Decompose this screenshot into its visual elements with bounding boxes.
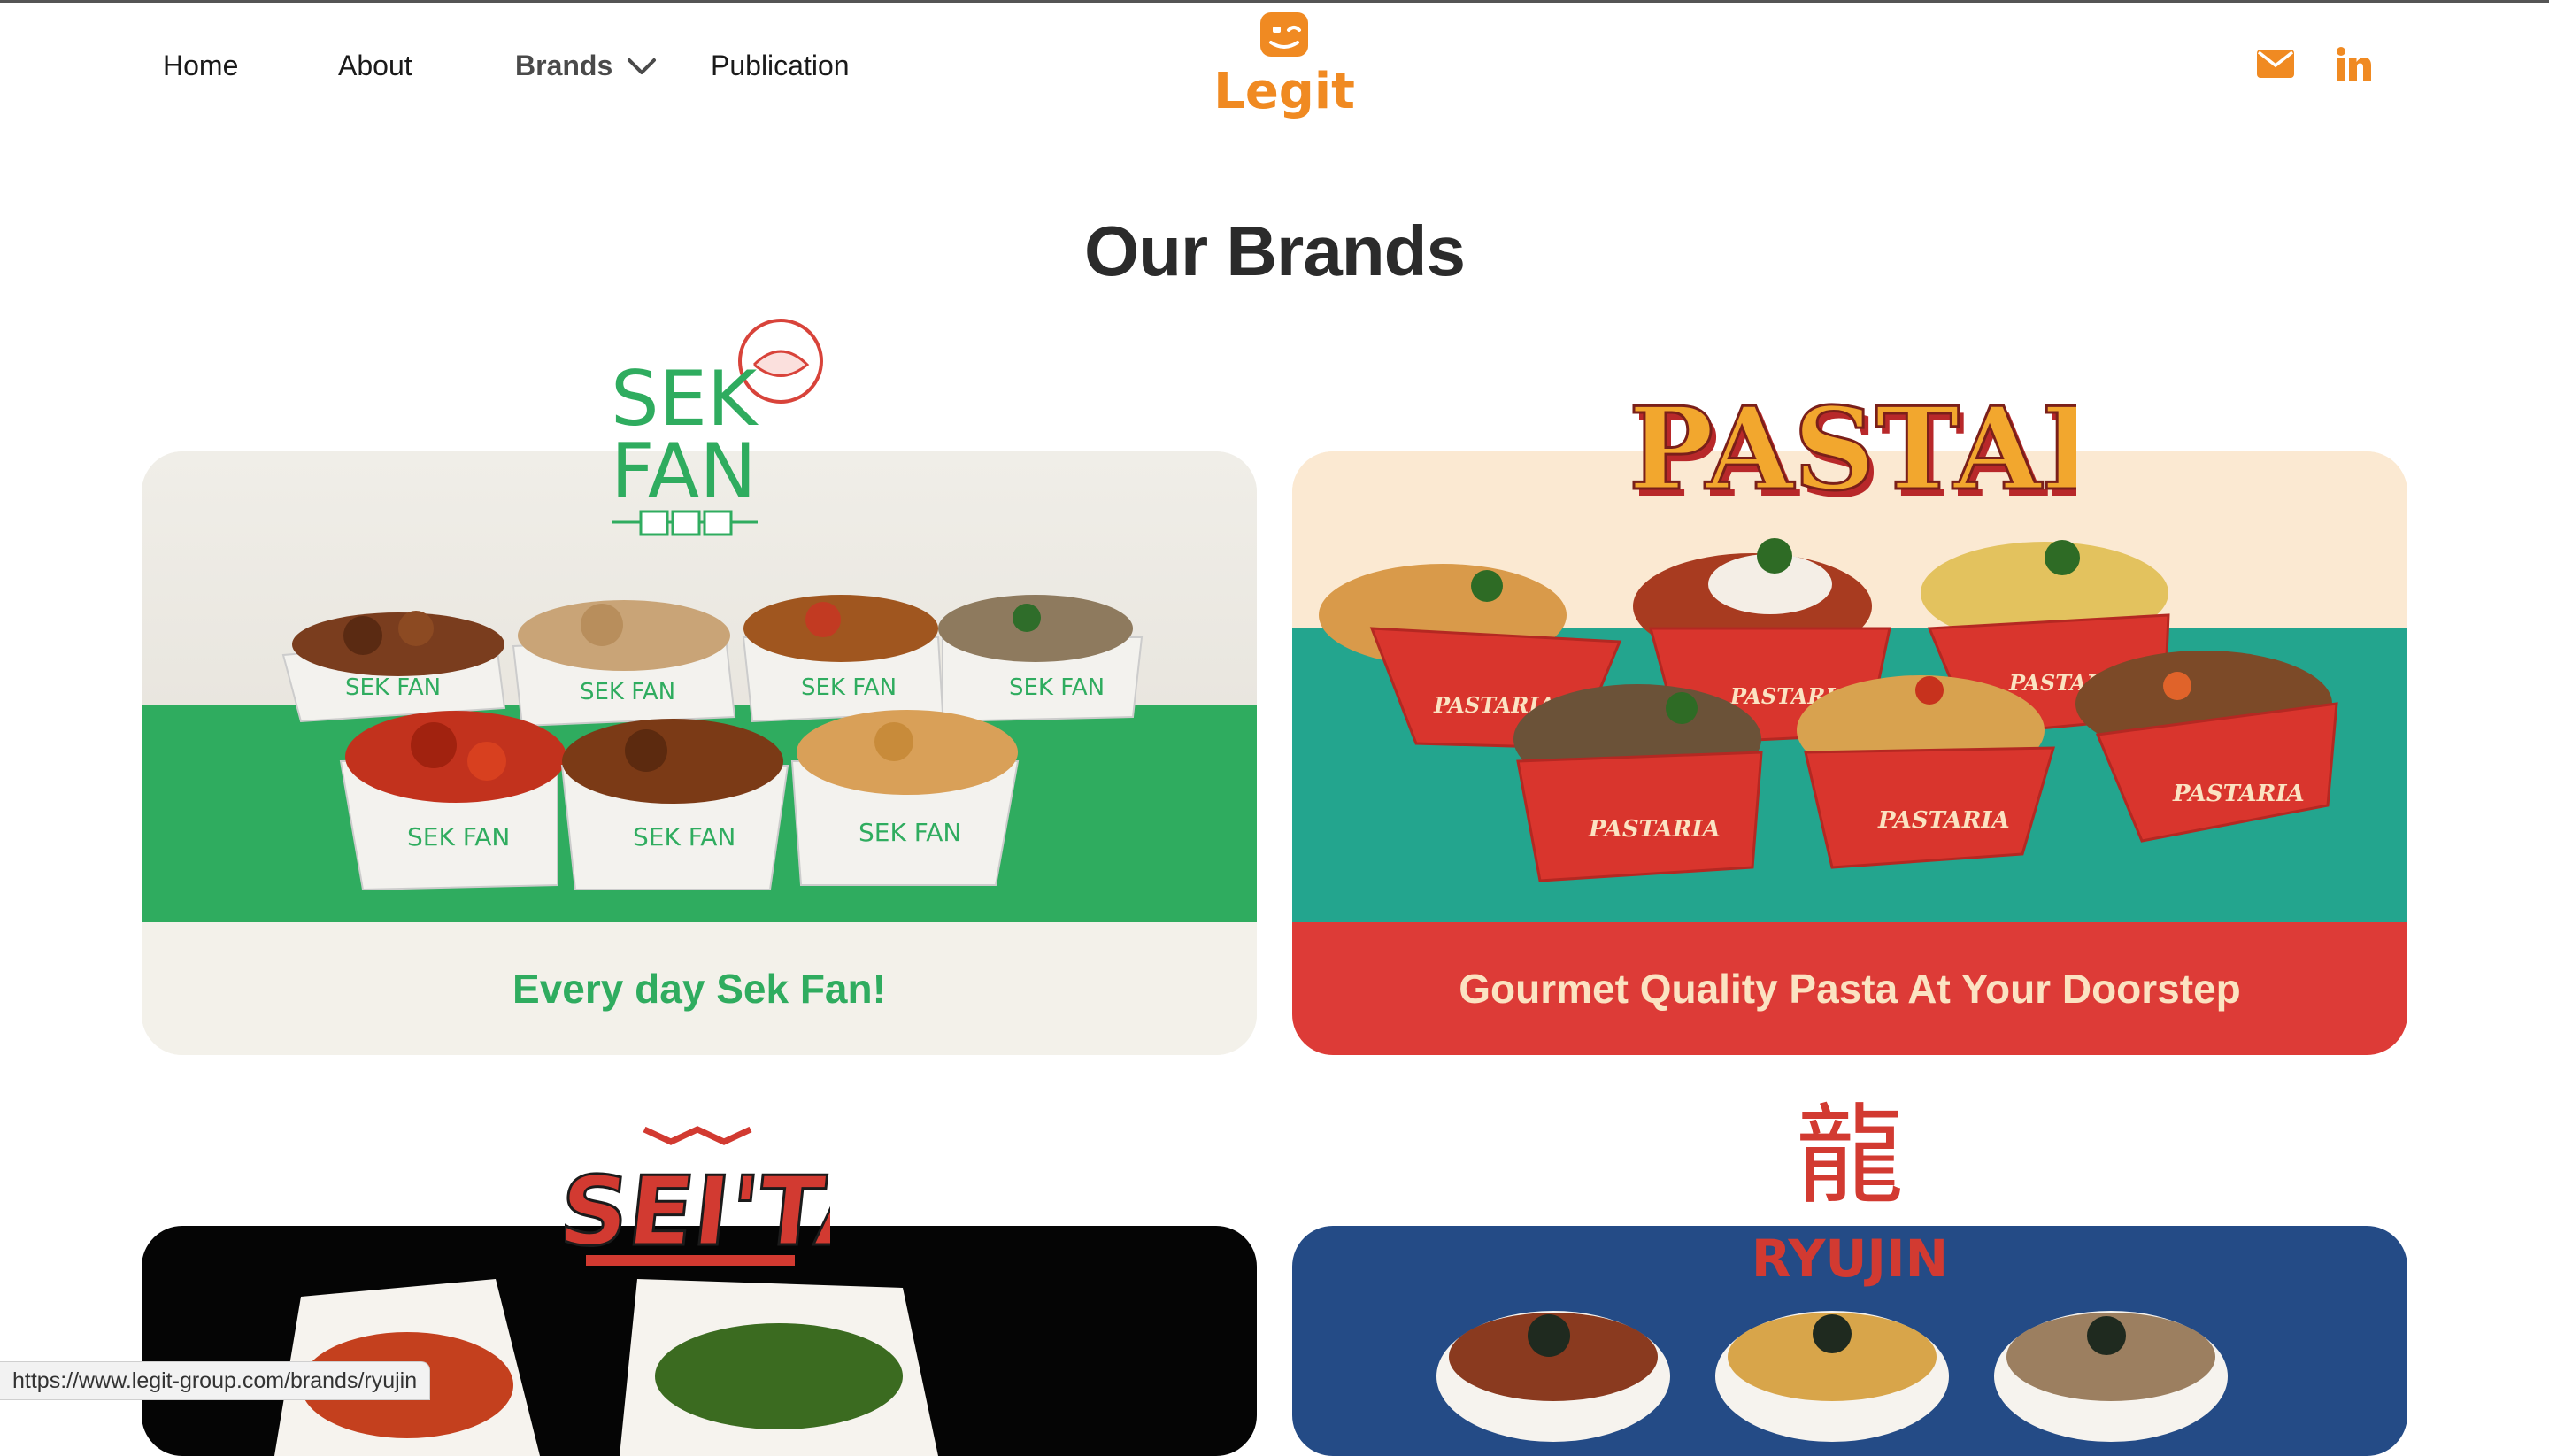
box-label: PASTARIA [2172, 781, 2305, 807]
pastaria-logo: PASTARIA PASTARIA [1628, 382, 2077, 524]
sekfan-logo: SEK FAN [611, 319, 823, 536]
brand-caption: Every day Sek Fan! [512, 966, 886, 1012]
mail-icon [2257, 50, 2294, 78]
brand-card-sekfan[interactable]: SEK FAN SEK FAN SEK FAN SEK FAN SEK FAN … [142, 451, 1257, 1055]
top-border [0, 0, 2549, 3]
seitan-logo: SEI'TAN [565, 1126, 830, 1268]
box-label: SEK FAN [633, 822, 735, 851]
legit-logo[interactable]: Legit [1202, 11, 1367, 122]
sekfan-food-image: SEK FAN SEK FAN SEK FAN SEK FAN SEK FAN … [281, 595, 1144, 891]
pastaria-food-image: PASTARIA PASTARIA PASTARIA PASTARIA PAST… [1319, 538, 2338, 882]
box-label: SEK FAN [580, 679, 675, 705]
box-label: SEK FAN [801, 674, 897, 701]
ryujin-logo: 龍 RYUJIN [1752, 1093, 1948, 1289]
nav-about[interactable]: About [338, 50, 412, 82]
box-label: PASTARIA [1877, 807, 2010, 834]
linkedin-icon [2337, 47, 2371, 81]
rice-box: SEK FAN [742, 595, 944, 723]
rice-box: SEK FAN [339, 711, 566, 891]
rice-box: SEK FAN [512, 600, 736, 728]
rice-box: SEK FAN [560, 719, 789, 890]
pasta-box: PASTARIA [1513, 684, 1763, 882]
box-label: PASTARIA [1588, 816, 1721, 843]
ryujin-food-image [1436, 1311, 2228, 1442]
link-status-bar: https://www.legit-group.com/brands/ryuji… [0, 1361, 431, 1400]
nav-home[interactable]: Home [163, 50, 238, 82]
ryujin-logo-glyph: 龍 [1796, 1093, 1904, 1219]
box-label: SEK FAN [859, 818, 961, 847]
box-label: SEK FAN [407, 822, 510, 851]
brand-card-pastaria[interactable]: PASTARIA PASTARIA PASTARIA PASTARIA PAST… [1292, 451, 2407, 1055]
mail-link[interactable] [2255, 42, 2296, 85]
page-title: Our Brands [1083, 212, 1466, 290]
seitan-logo-text: SEI'TAN [565, 1155, 830, 1267]
ryujin-logo-text: RYUJIN [1752, 1229, 1948, 1289]
pastaria-logo-text: PASTARIA [1629, 383, 2076, 516]
chevron-down-icon [628, 58, 657, 74]
rice-box: SEK FAN [938, 595, 1144, 723]
svg-text:FAN: FAN [611, 428, 757, 516]
brand-caption: Gourmet Quality Pasta At Your Doorstep [1459, 966, 2241, 1012]
box-label: SEK FAN [345, 674, 441, 701]
box-label: SEK FAN [1009, 674, 1105, 701]
logo-text: Legit [1213, 63, 1355, 120]
pasta-box: PASTARIA [2075, 651, 2338, 843]
nav-publication[interactable]: Publication [711, 50, 850, 82]
pasta-box: PASTARIA [1797, 675, 2056, 869]
nav-brands-label: Brands [515, 50, 613, 81]
nav-brands-dropdown[interactable]: Brands [515, 50, 657, 82]
rice-box: SEK FAN [790, 710, 1020, 886]
rice-box: SEK FAN [281, 611, 506, 723]
linkedin-link[interactable] [2335, 42, 2372, 85]
